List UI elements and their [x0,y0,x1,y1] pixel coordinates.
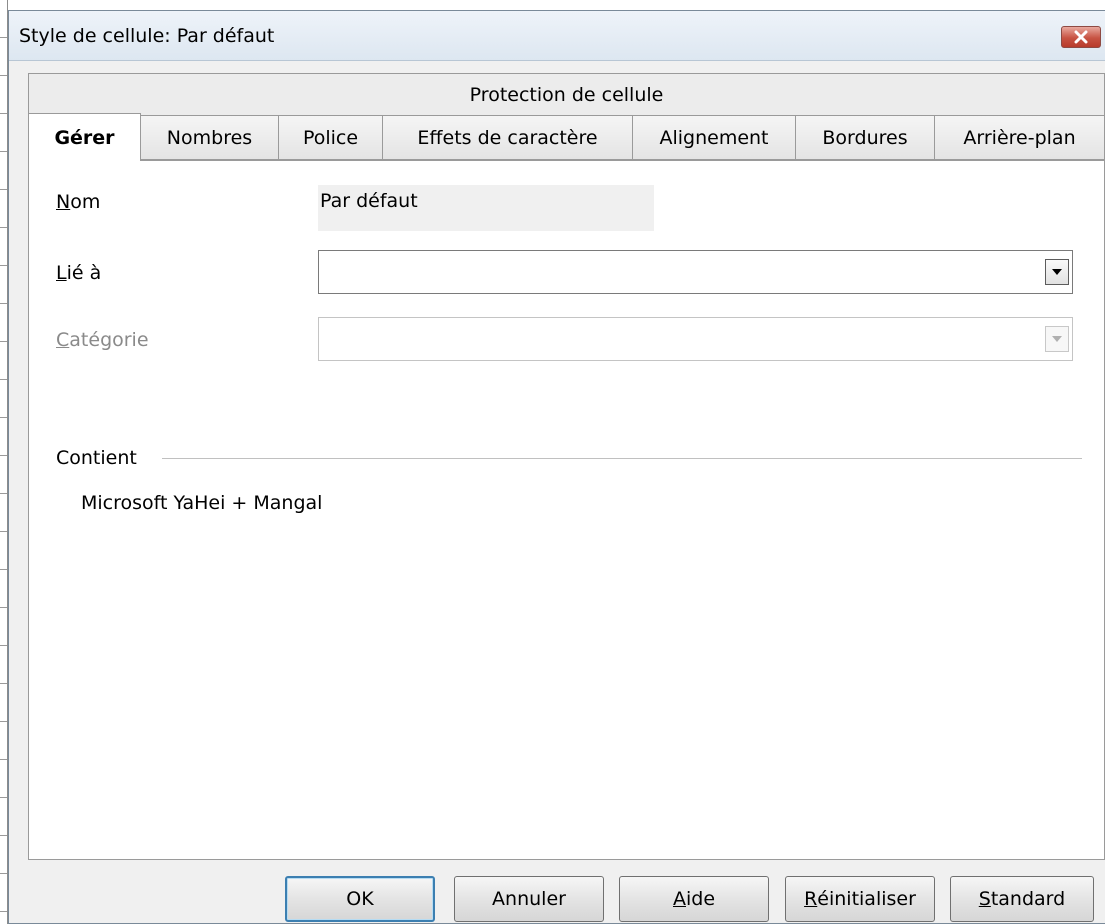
linked-to-label: Lié à [56,262,101,284]
linked-to-dropdown[interactable] [318,250,1073,294]
dialog-title: Style de cellule: Par défaut [19,25,275,47]
category-dropdown-button[interactable] [1045,326,1069,352]
tab-row: Gérer Nombres Police Effets de caractère… [28,113,1105,161]
cell-style-dialog: Style de cellule: Par défaut Protection … [8,10,1105,924]
tab-strip: Protection de cellule Gérer Nombres Poli… [28,73,1105,161]
standard-button[interactable]: Standard [950,876,1094,922]
ok-button[interactable]: OK [285,876,435,922]
contains-value: Microsoft YaHei + Mangal [81,492,323,514]
category-dropdown[interactable] [318,317,1073,361]
close-button[interactable] [1061,26,1101,48]
tab-gerer[interactable]: Gérer [28,113,141,161]
help-button-label: ide [685,888,716,910]
reset-button-mnemonic: R [804,888,818,910]
tab-effets-de-caractere[interactable]: Effets de caractère [383,115,633,160]
tab-label: Protection de cellule [469,84,664,106]
reset-button-label: éinitialiser [817,888,916,910]
manage-panel: Nom Par défaut Lié à Catégorie Contient … [28,160,1105,860]
contains-heading: Contient [56,447,137,469]
reset-button[interactable]: Réinitialiser [785,876,935,922]
tab-arriere-plan[interactable]: Arrière-plan [935,115,1105,160]
background-spreadsheet-edge [0,0,8,924]
help-button[interactable]: Aide [619,876,769,922]
name-value: Par défaut [320,190,418,212]
background-strip-top [0,0,1105,10]
name-field[interactable]: Par défaut [318,185,654,231]
linked-to-dropdown-button[interactable] [1045,259,1069,285]
chevron-down-icon [1052,336,1062,342]
contains-separator [162,458,1082,459]
category-label-text: atégorie [69,329,149,351]
tab-bordures[interactable]: Bordures [796,115,935,160]
chevron-down-icon [1052,269,1062,275]
tab-police[interactable]: Police [279,115,383,160]
linked-to-label-mnemonic: L [56,262,67,284]
name-label-mnemonic: N [56,191,71,213]
category-label: Catégorie [56,329,149,351]
category-label-mnemonic: C [56,329,70,351]
title-bar[interactable]: Style de cellule: Par défaut [9,11,1105,61]
tab-protection-de-cellule[interactable]: Protection de cellule [28,73,1105,115]
name-label: Nom [56,191,100,213]
cancel-button[interactable]: Annuler [454,876,604,922]
linked-to-label-text: ié à [66,262,102,284]
help-button-mnemonic: A [672,888,686,910]
name-label-text: om [70,191,101,213]
standard-button-label: tandard [990,888,1066,910]
close-icon [1074,30,1088,44]
tab-alignement[interactable]: Alignement [633,115,796,160]
tab-nombres[interactable]: Nombres [141,115,279,160]
standard-button-mnemonic: S [978,888,991,910]
